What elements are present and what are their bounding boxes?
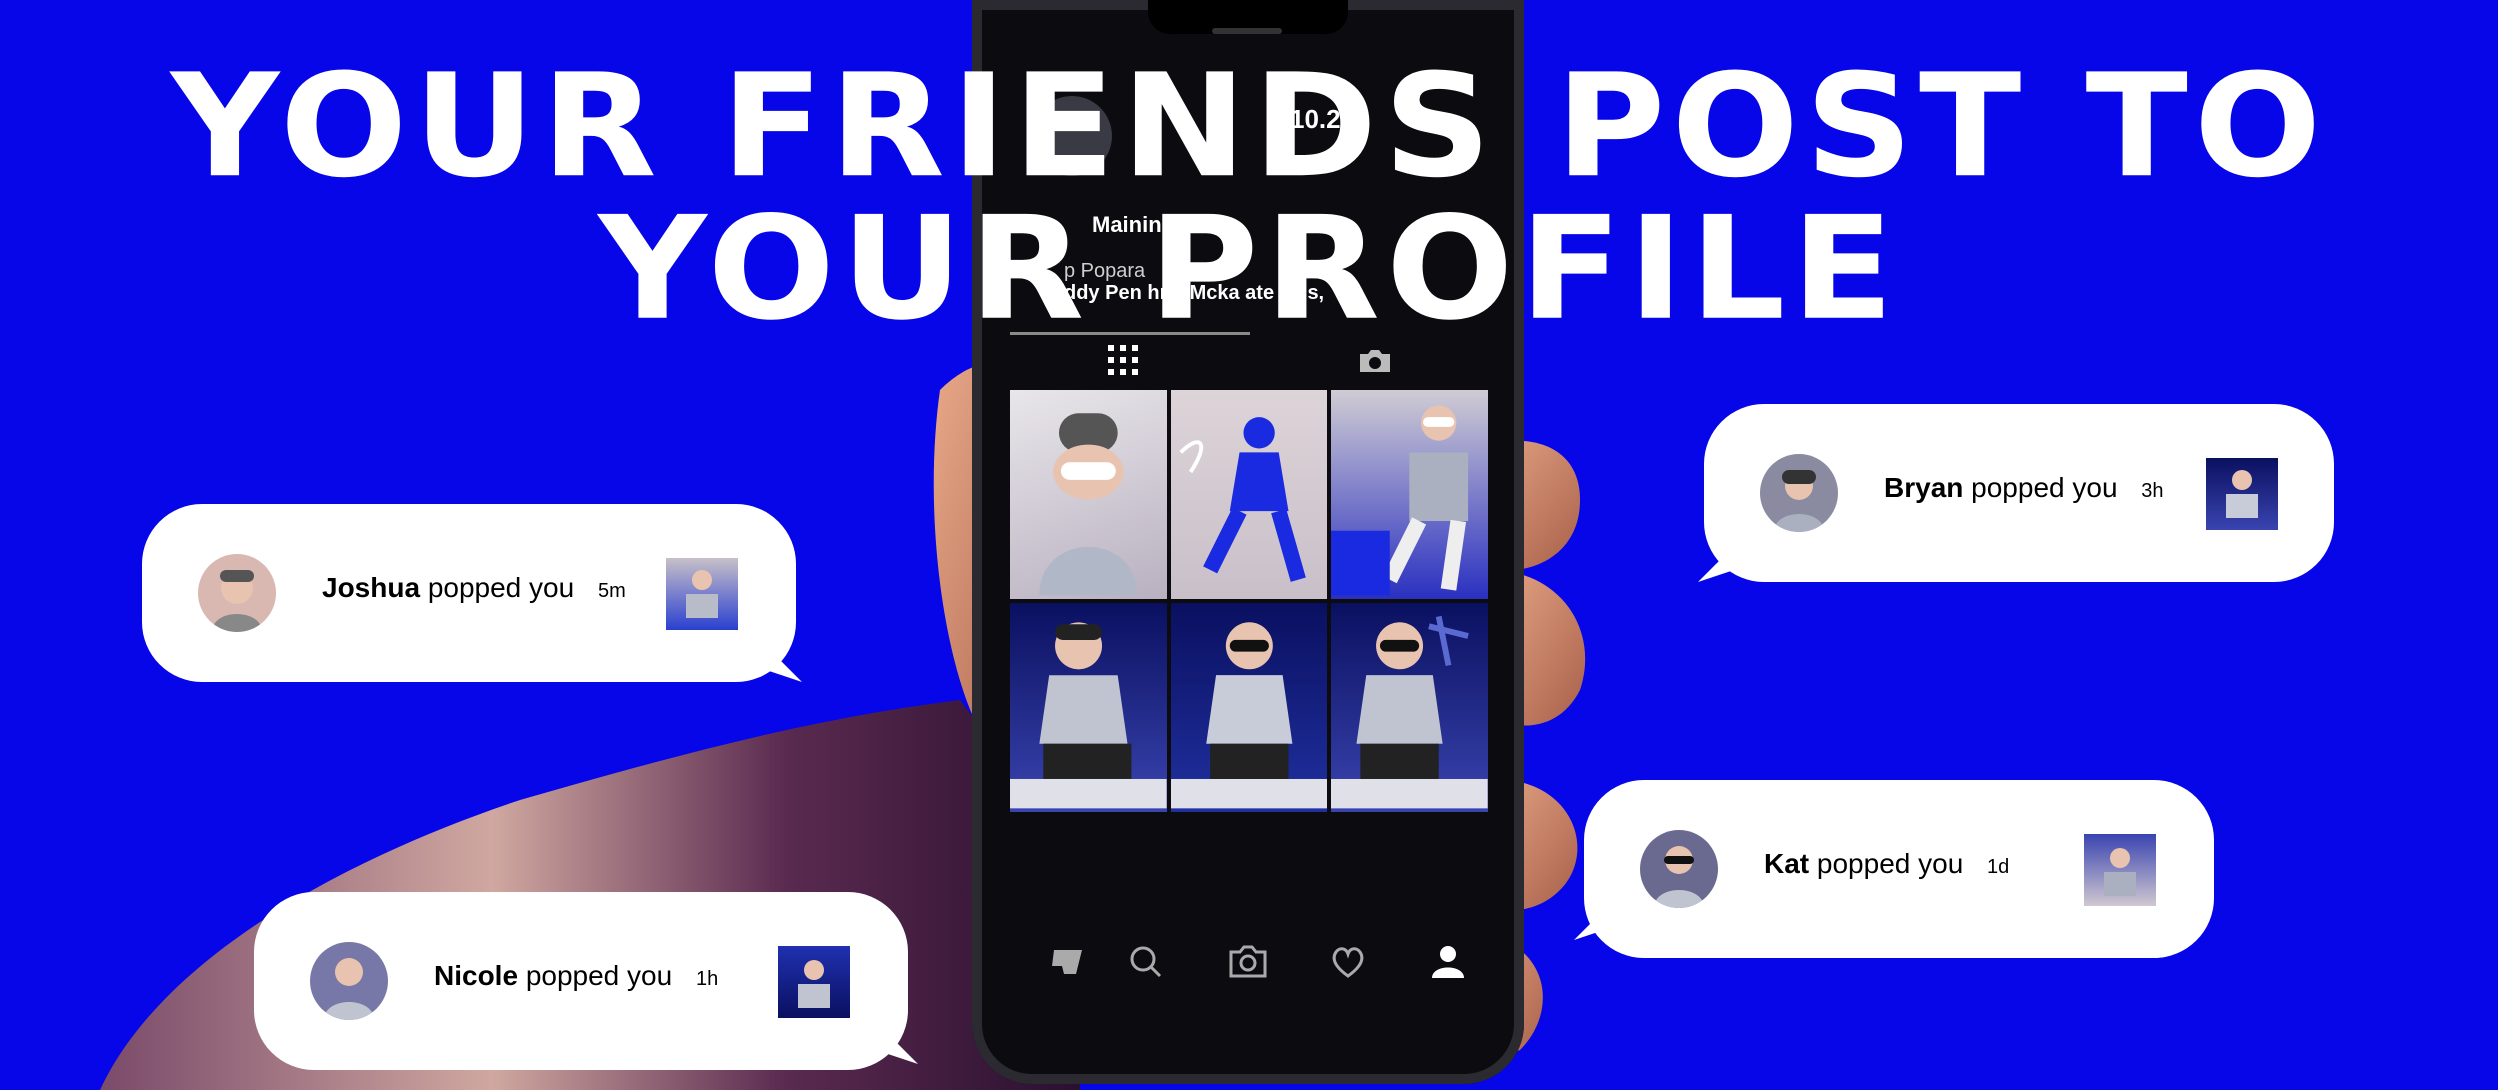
notification-bryan[interactable]: Bryan popped you 3h <box>1698 404 2334 582</box>
profile-icon[interactable] <box>1428 942 1468 982</box>
phone-speaker <box>1212 28 1282 34</box>
notification-text: Joshua popped you 5m <box>322 572 626 604</box>
notification-action: popped you <box>1816 848 1964 879</box>
character-image <box>1331 615 1488 809</box>
notification-time: 1h <box>695 968 719 990</box>
bubble-tail <box>742 622 802 682</box>
photo-tile[interactable] <box>1010 603 1167 812</box>
post-thumbnail[interactable] <box>778 946 850 1018</box>
friend-name: Bryan <box>1884 472 1964 503</box>
avatar <box>1640 830 1718 908</box>
bubble-tail <box>858 1004 918 1064</box>
friend-name: Nicole <box>434 960 519 991</box>
headline: YOUR FRIENDS POST TO YOUR PROFILE <box>0 44 2498 352</box>
notification-action: popped you <box>1971 472 2118 503</box>
photo-grid <box>1010 390 1488 812</box>
photo-tile[interactable] <box>1170 390 1328 599</box>
notification-kat[interactable]: Kat popped you 1d <box>1574 780 2214 958</box>
notification-action: popped you <box>427 572 575 603</box>
post-thumbnail[interactable] <box>2084 834 2156 906</box>
notification-time: 1d <box>1987 856 2010 878</box>
photo-tile[interactable] <box>1331 390 1488 599</box>
bubble-tail <box>1698 522 1758 582</box>
photo-tile[interactable] <box>1010 390 1167 599</box>
headline-line-1: YOUR FRIENDS POST TO <box>170 44 2328 210</box>
notification-text: Nicole popped you 1h <box>434 960 718 992</box>
friend-name: Joshua <box>322 572 421 603</box>
notification-action: popped you <box>525 960 673 991</box>
character-image <box>1039 413 1138 596</box>
notification-nicole[interactable]: Nicole popped you 1h <box>254 892 918 1070</box>
avatar <box>1760 454 1838 532</box>
photo-tile[interactable] <box>1331 603 1488 812</box>
notification-time: 5m <box>597 580 626 602</box>
character-image <box>1010 622 1167 809</box>
notification-text: Bryan popped you 3h <box>1884 472 2164 504</box>
headline-line-2: YOUR PROFILE <box>598 186 1900 352</box>
photo-tile[interactable] <box>1170 603 1328 812</box>
post-thumbnail[interactable] <box>666 558 738 630</box>
notification-joshua[interactable]: Joshua popped you 5m <box>142 504 802 682</box>
bubble-tail <box>1574 880 1634 940</box>
search-icon[interactable] <box>1126 942 1166 982</box>
character-image <box>1170 622 1328 809</box>
heart-icon[interactable] <box>1328 942 1368 982</box>
character-image <box>1331 405 1469 596</box>
notification-text: Kat popped you 1d <box>1764 848 2009 880</box>
avatar <box>310 942 388 1020</box>
notification-time: 3h <box>2141 480 2164 502</box>
post-thumbnail[interactable] <box>2206 458 2278 530</box>
avatar <box>198 554 276 632</box>
character-image <box>1179 417 1306 582</box>
camera-icon[interactable] <box>1228 942 1268 982</box>
friend-name: Kat <box>1764 848 1810 879</box>
app-logo-icon[interactable] <box>1048 942 1088 982</box>
